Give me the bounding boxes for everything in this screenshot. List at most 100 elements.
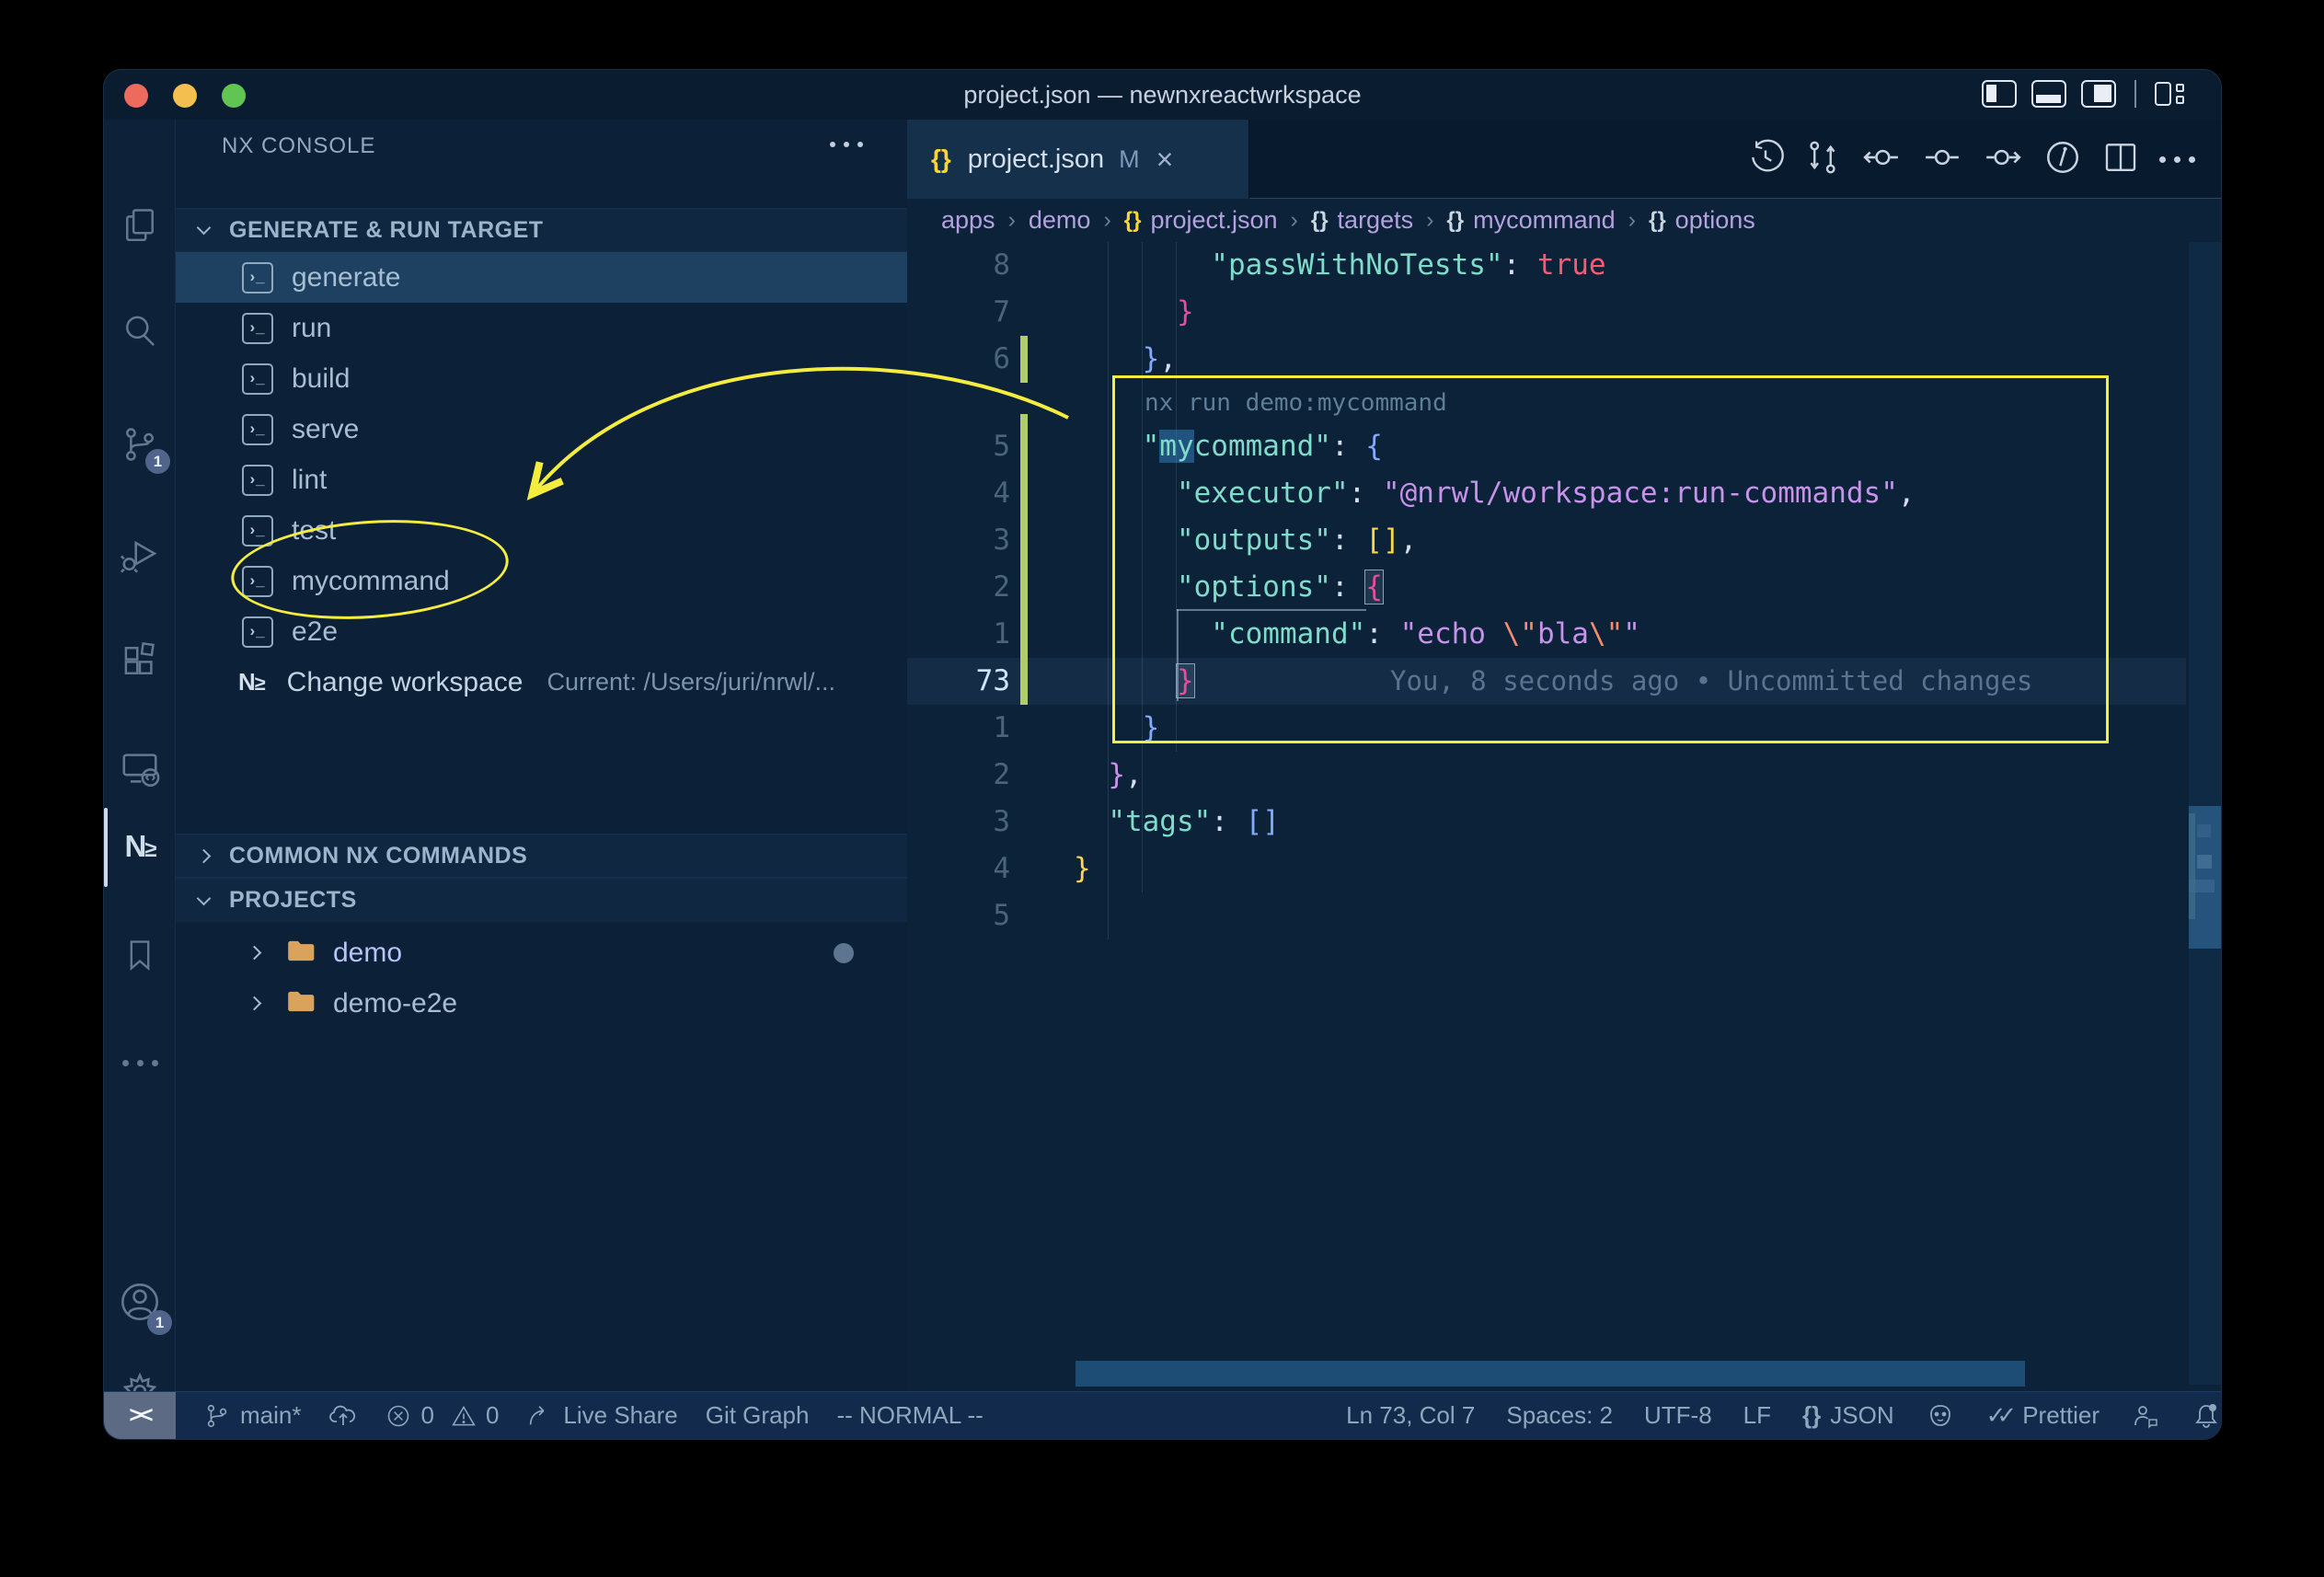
- horizontal-scrollbar[interactable]: [1076, 1361, 2025, 1387]
- line-number[interactable]: 5: [926, 423, 1010, 470]
- nx-console-icon[interactable]: N≥: [104, 810, 176, 883]
- tab-bar: {} project.json M ×: [907, 120, 2221, 199]
- code-line[interactable]: 73}You, 8 seconds ago • Uncommitted chan…: [907, 658, 2186, 705]
- code-line[interactable]: 1}: [907, 705, 2186, 752]
- live-share-button[interactable]: Live Share: [526, 1401, 677, 1430]
- file-history-clock-icon[interactable]: [2043, 138, 2082, 181]
- code-line[interactable]: 4}: [907, 846, 2186, 892]
- target-item-serve[interactable]: ›_ serve: [176, 404, 907, 455]
- line-number[interactable]: 7: [926, 289, 1010, 336]
- problems-status[interactable]: 0 0: [385, 1401, 499, 1430]
- vim-mode-indicator[interactable]: -- NORMAL --: [836, 1401, 983, 1430]
- project-item-demo[interactable]: demo: [176, 927, 907, 978]
- toggle-secondary-sidebar-icon[interactable]: [2081, 80, 2116, 108]
- git-graph-button[interactable]: Git Graph: [706, 1401, 810, 1430]
- git-blame-annotation: You, 8 seconds ago • Uncommitted changes: [1390, 658, 2032, 705]
- sync-changes-button[interactable]: [328, 1401, 358, 1431]
- breadcrumb-item[interactable]: mycommand: [1473, 206, 1616, 235]
- bookmarks-icon[interactable]: [104, 918, 176, 992]
- line-number[interactable]: 1: [926, 611, 1010, 658]
- code-line[interactable]: 3"outputs": [],: [907, 517, 2186, 564]
- breadcrumb-item[interactable]: apps: [941, 206, 995, 235]
- remote-explorer-icon[interactable]: [104, 731, 176, 805]
- line-number[interactable]: 4: [926, 470, 1010, 517]
- code-line[interactable]: 5"mycommand": {: [907, 423, 2186, 470]
- vertical-scrollbar[interactable]: [2189, 806, 2221, 949]
- code-line[interactable]: 4"executor": "@nrwl/workspace:run-comman…: [907, 470, 2186, 517]
- line-number[interactable]: 73: [926, 658, 1010, 705]
- target-item-generate[interactable]: ›_ generate: [176, 252, 907, 303]
- eol-status[interactable]: LF: [1743, 1401, 1771, 1430]
- cursor-position[interactable]: Ln 73, Col 7: [1346, 1401, 1475, 1430]
- code-line[interactable]: 3"tags": []: [907, 799, 2186, 846]
- language-mode[interactable]: {} JSON: [1802, 1401, 1894, 1430]
- target-item-lint[interactable]: ›_ lint: [176, 455, 907, 505]
- current-change-icon[interactable]: [1922, 137, 1962, 182]
- section-generate-run-target[interactable]: GENERATE & RUN TARGET: [176, 208, 907, 252]
- terminal-icon: ›_: [242, 414, 273, 445]
- section-common-nx-commands[interactable]: COMMON NX COMMANDS: [176, 834, 907, 878]
- encoding-status[interactable]: UTF-8: [1644, 1401, 1712, 1430]
- indentation-status[interactable]: Spaces: 2: [1506, 1401, 1613, 1430]
- activity-bar: 1 N≥ 1 1: [104, 120, 176, 1391]
- code-line[interactable]: 8"passWithNoTests": true: [907, 242, 2186, 289]
- toggle-primary-sidebar-icon[interactable]: [1982, 80, 2017, 108]
- breadcrumb-item[interactable]: demo: [1029, 206, 1091, 235]
- line-number[interactable]: 8: [926, 242, 1010, 289]
- line-number[interactable]: 3: [926, 799, 1010, 846]
- search-icon[interactable]: [104, 294, 176, 368]
- project-item-demo-e2e[interactable]: demo-e2e: [176, 978, 907, 1029]
- git-branch-status[interactable]: main*: [203, 1401, 301, 1430]
- octoface-icon[interactable]: [1926, 1401, 1955, 1431]
- customize-layout-icon[interactable]: [2155, 82, 2184, 106]
- accounts-badge: 1: [147, 1310, 172, 1335]
- code-line[interactable]: 2},: [907, 752, 2186, 799]
- line-number[interactable]: 1: [926, 705, 1010, 752]
- extensions-icon[interactable]: [104, 624, 176, 697]
- target-item-run[interactable]: ›_ run: [176, 303, 907, 353]
- window-title: project.json — newnxreactwrkspace: [104, 70, 2221, 120]
- next-change-icon[interactable]: [1983, 137, 2023, 182]
- code-line[interactable]: 1"command": "echo \"bla\"": [907, 611, 2186, 658]
- close-tab-icon[interactable]: ×: [1156, 143, 1174, 177]
- code-line[interactable]: 6},: [907, 336, 2186, 383]
- sidebar-more-actions-icon[interactable]: [830, 142, 863, 147]
- run-debug-icon[interactable]: [104, 518, 176, 592]
- previous-change-icon[interactable]: [1861, 137, 1902, 182]
- line-number[interactable]: 6: [926, 336, 1010, 383]
- code-lens-row[interactable]: nx run demo:mycommand: [907, 383, 2186, 423]
- line-number[interactable]: 3: [926, 517, 1010, 564]
- code-line[interactable]: 2"options": {: [907, 564, 2186, 611]
- line-number[interactable]: 2: [926, 752, 1010, 799]
- gutter-modified-indicator: [1020, 470, 1028, 517]
- code-line[interactable]: 7}: [907, 289, 2186, 336]
- target-item-e2e[interactable]: ›_ e2e: [176, 606, 907, 657]
- terminal-icon: ›_: [242, 313, 273, 344]
- section-projects[interactable]: PROJECTS: [176, 878, 907, 922]
- code-line[interactable]: 5: [907, 892, 2186, 939]
- breadcrumb-item[interactable]: targets: [1338, 206, 1414, 235]
- breadcrumb-item[interactable]: options: [1675, 206, 1755, 235]
- compare-changes-icon[interactable]: [1804, 139, 1841, 180]
- explorer-icon[interactable]: [104, 189, 176, 262]
- line-number[interactable]: 5: [926, 892, 1010, 939]
- target-item-build[interactable]: ›_ build: [176, 353, 907, 404]
- editor-more-actions-icon[interactable]: [2159, 156, 2195, 163]
- formatter-status[interactable]: ✓✓ Prettier: [1986, 1401, 2100, 1430]
- more-views-icon[interactable]: [104, 1026, 176, 1099]
- source-control-icon[interactable]: 1: [104, 408, 176, 481]
- notifications-bell-icon[interactable]: [2192, 1401, 2221, 1431]
- line-number[interactable]: 2: [926, 564, 1010, 611]
- timeline-history-icon[interactable]: [1747, 139, 1784, 180]
- line-number[interactable]: 4: [926, 846, 1010, 892]
- gutter-modified-indicator: [1020, 414, 1028, 423]
- remote-indicator[interactable]: ><: [104, 1392, 176, 1440]
- change-workspace-item[interactable]: N≥ Change workspace Current: /Users/juri…: [176, 657, 907, 708]
- feedback-icon[interactable]: [2131, 1401, 2160, 1431]
- breadcrumb-item[interactable]: project.json: [1150, 206, 1277, 235]
- toggle-panel-icon[interactable]: [2031, 80, 2066, 108]
- tab-project-json[interactable]: {} project.json M ×: [907, 120, 1249, 199]
- bracket-pair-guide: [1177, 609, 1366, 611]
- split-editor-icon[interactable]: [2102, 139, 2139, 180]
- accounts-icon[interactable]: 1: [104, 1265, 176, 1339]
